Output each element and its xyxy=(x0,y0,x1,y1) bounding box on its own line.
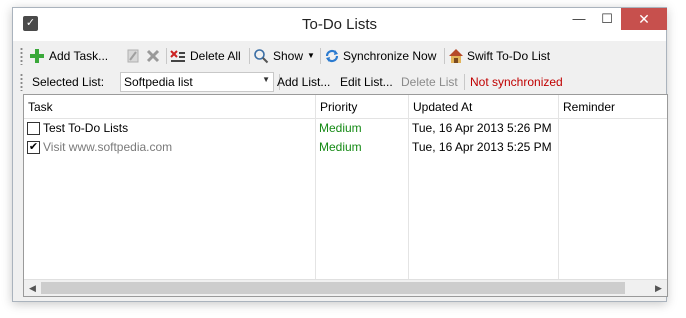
table-row[interactable]: Test To-Do Lists Medium Tue, 16 Apr 2013… xyxy=(24,119,667,138)
table-row[interactable]: ✔ Visit www.softpedia.com Medium Tue, 16… xyxy=(24,138,667,157)
column-header-reminder[interactable]: Reminder xyxy=(559,95,667,119)
task-name: Test To-Do Lists xyxy=(43,121,129,135)
minimize-button[interactable]: — xyxy=(565,8,593,30)
task-checkbox-checked[interactable]: ✔ xyxy=(27,141,40,154)
delete-all-button[interactable]: Delete All xyxy=(170,43,244,69)
delete-x-icon xyxy=(146,49,160,63)
selected-list-value: Softpedia list xyxy=(124,75,193,89)
column-header-updated-at[interactable]: Updated At xyxy=(409,95,559,119)
add-task-label: Add Task... xyxy=(49,49,109,63)
scroll-left-icon[interactable]: ◀ xyxy=(24,280,41,296)
sync-status-text: Not synchronized xyxy=(470,75,563,89)
column-header-priority[interactable]: Priority xyxy=(316,95,409,119)
task-updated-at: Tue, 16 Apr 2013 5:26 PM xyxy=(412,121,552,135)
list-toolbar: Selected List: Softpedia list ▼ Add List… xyxy=(17,69,663,95)
delete-list-button[interactable]: Delete List xyxy=(401,69,458,95)
magnifier-icon xyxy=(254,49,269,64)
toolbar-separator xyxy=(166,48,167,64)
chevron-down-icon: ▼ xyxy=(262,75,270,84)
task-list-view[interactable]: Task Priority Updated At Reminder Test T… xyxy=(23,94,668,297)
add-plus-icon xyxy=(30,49,44,63)
sync-icon xyxy=(325,49,339,63)
main-toolbar: Add Task... Delete All Show ▼ Synchroniz… xyxy=(17,43,663,69)
swift-todo-list-button[interactable]: Swift To-Do List xyxy=(448,43,556,69)
task-priority: Medium xyxy=(319,121,362,135)
add-task-button[interactable]: Add Task... xyxy=(29,43,123,69)
horizontal-scrollbar[interactable]: ◀ ▶ xyxy=(24,279,667,296)
scrollbar-thumb[interactable] xyxy=(41,282,625,294)
edit-task-button[interactable] xyxy=(125,43,141,69)
edit-list-label: Edit List... xyxy=(340,75,393,89)
selected-list-dropdown[interactable]: Softpedia list ▼ xyxy=(120,72,274,92)
task-name: Visit www.softpedia.com xyxy=(43,140,173,154)
task-priority: Medium xyxy=(319,140,362,154)
toolbar-separator xyxy=(464,74,465,90)
chevron-down-icon: ▼ xyxy=(307,51,315,60)
add-list-label: Add List... xyxy=(277,75,331,89)
synchronize-now-label: Synchronize Now xyxy=(343,49,437,63)
toolbar-separator xyxy=(249,48,250,64)
delete-all-icon xyxy=(170,50,185,62)
delete-list-label: Delete List xyxy=(401,75,458,89)
column-header-task[interactable]: Task xyxy=(24,95,316,119)
swift-todo-list-label: Swift To-Do List xyxy=(467,49,551,63)
task-updated-at: Tue, 16 Apr 2013 5:25 PM xyxy=(412,140,552,154)
maximize-button[interactable]: ☐ xyxy=(593,8,621,30)
title-bar[interactable]: ✓ To-Do Lists — ☐ ✕ xyxy=(13,8,667,41)
delete-task-button[interactable] xyxy=(145,43,161,69)
house-icon xyxy=(449,49,463,63)
close-button[interactable]: ✕ xyxy=(621,8,667,30)
todo-lists-window: ✓ To-Do Lists — ☐ ✕ Add Task... Delete A… xyxy=(12,7,668,302)
toolbar-grip-icon[interactable] xyxy=(20,73,23,91)
selected-list-label: Selected List: xyxy=(32,75,105,89)
toolbar-separator xyxy=(320,48,321,64)
synchronize-now-button[interactable]: Synchronize Now xyxy=(324,43,440,69)
toolbar-separator xyxy=(444,48,445,64)
show-dropdown-button[interactable]: Show ▼ xyxy=(253,43,315,69)
delete-all-label: Delete All xyxy=(190,49,241,63)
task-checkbox[interactable] xyxy=(27,122,40,135)
show-label: Show xyxy=(273,49,304,63)
edit-list-button[interactable]: Edit List... xyxy=(340,69,393,95)
toolbar-grip-icon[interactable] xyxy=(20,47,23,65)
pencil-icon xyxy=(127,49,139,63)
list-header: Task Priority Updated At Reminder xyxy=(24,95,667,119)
scroll-right-icon[interactable]: ▶ xyxy=(650,280,667,296)
